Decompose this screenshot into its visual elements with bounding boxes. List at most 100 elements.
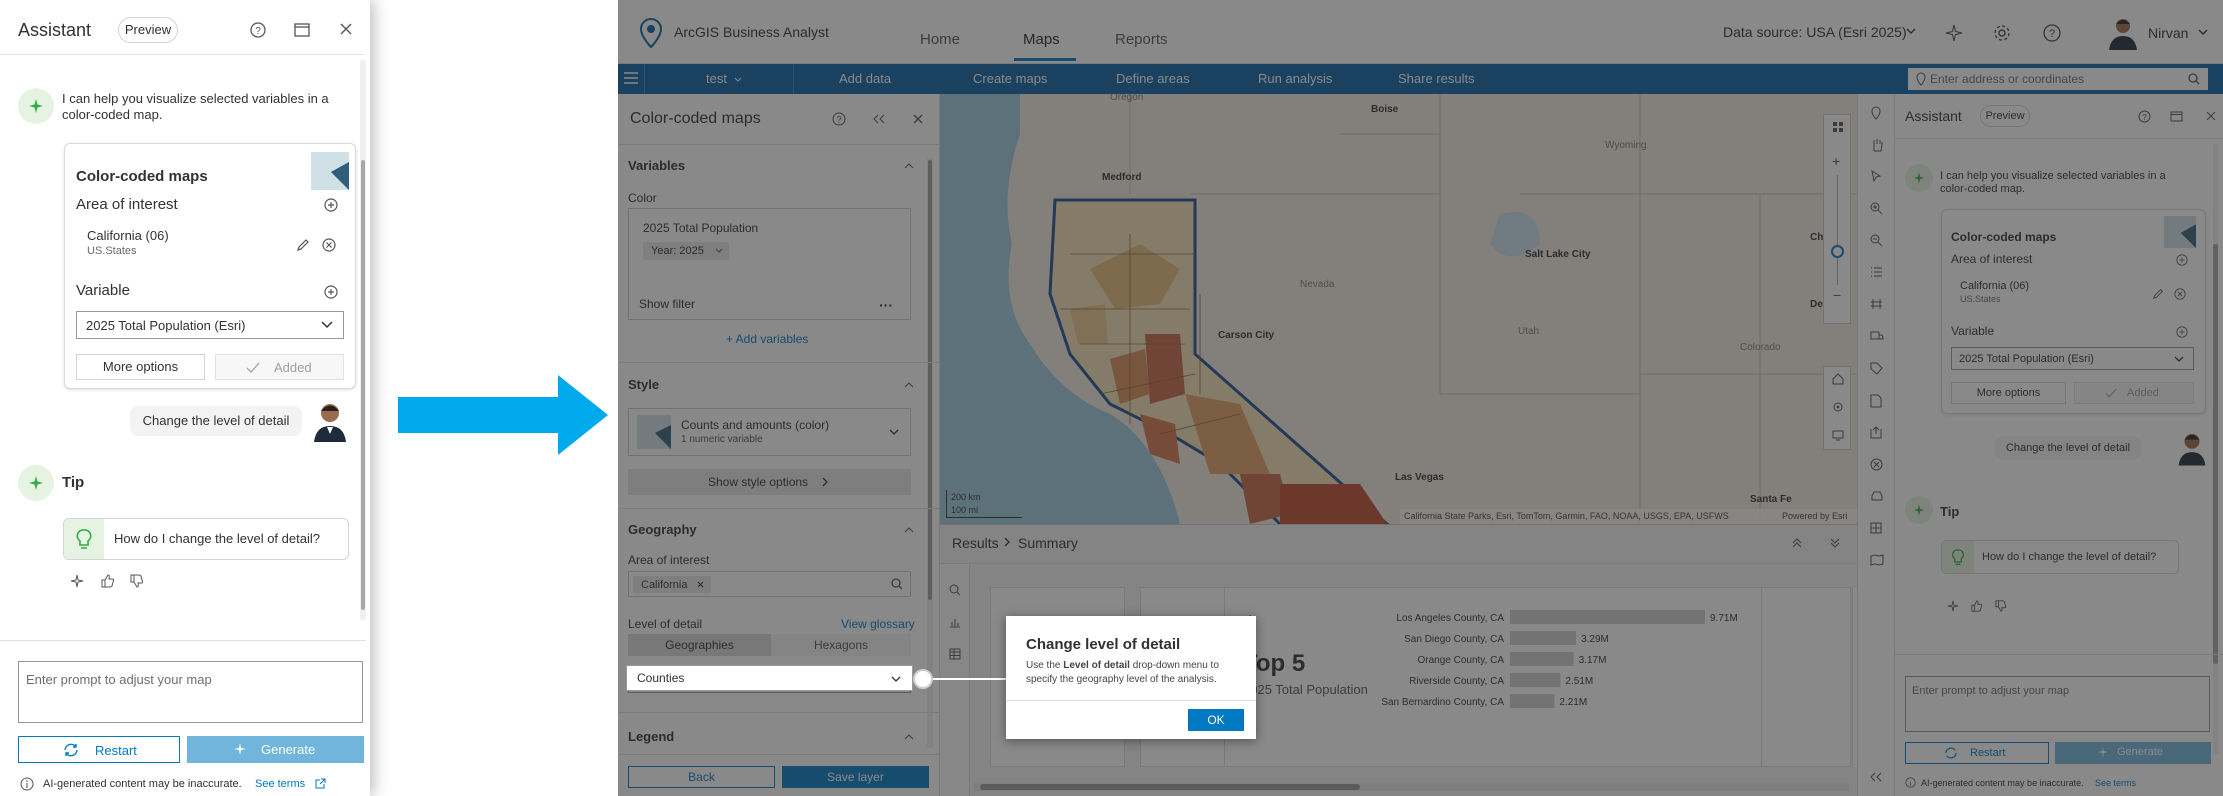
more-options-button[interactable]: More options	[1951, 382, 2066, 404]
user-avatar[interactable]	[2108, 16, 2138, 50]
close-icon[interactable]	[913, 114, 923, 124]
zoom-in-icon[interactable]: +	[1832, 153, 1840, 169]
nav-add-data[interactable]: Add data	[839, 64, 891, 94]
ok-button[interactable]: OK	[1188, 709, 1244, 731]
tip-question-chip[interactable]: How do I change the level of detail?	[1941, 540, 2179, 574]
variable-select[interactable]: 2025 Total Population (Esri)	[1951, 347, 2194, 370]
powered-by-esri[interactable]: Powered by Esri	[1782, 511, 1848, 521]
dock-panel-icon[interactable]	[2170, 110, 2183, 123]
chevrons-up-icon[interactable]	[1792, 538, 1802, 548]
ccm-scrollbar-thumb[interactable]	[928, 160, 932, 600]
restart-button[interactable]: Restart	[1905, 742, 2049, 764]
remove-area-icon[interactable]	[322, 238, 336, 252]
segment-geographies[interactable]: Geographies	[628, 634, 771, 656]
show-filter-link[interactable]: Show filter	[639, 297, 695, 311]
save-layer-button[interactable]: Save layer	[782, 766, 929, 788]
tip-question-chip[interactable]: How do I change the level of detail?	[63, 518, 349, 560]
bar[interactable]	[1510, 631, 1577, 645]
tab-maps[interactable]: Maps	[1023, 31, 1060, 48]
view-glossary-link[interactable]: View glossary	[841, 617, 915, 631]
tab-reports[interactable]: Reports	[1115, 31, 1168, 48]
back-button[interactable]: Back	[628, 766, 775, 788]
export-icon[interactable]	[1870, 426, 1882, 439]
scrollbar-thumb[interactable]	[2213, 244, 2218, 664]
data-source-dropdown[interactable]: Data source: USA (Esri 2025)	[1723, 24, 1907, 40]
locate-icon[interactable]	[1832, 401, 1844, 413]
nav-define-areas[interactable]: Define areas	[1116, 64, 1190, 94]
basemap-gallery-icon[interactable]	[1832, 121, 1844, 133]
style-header[interactable]: Style	[628, 377, 659, 392]
sparkle-icon[interactable]	[70, 574, 84, 588]
chevron-up-icon[interactable]	[904, 734, 914, 740]
edit-pencil-icon[interactable]	[296, 238, 310, 252]
add-variables-link[interactable]: + Add variables	[726, 332, 808, 346]
chart-icon[interactable]	[949, 616, 961, 628]
car-icon[interactable]	[1870, 490, 1884, 502]
prompt-input[interactable]: Enter prompt to adjust your map	[18, 661, 363, 723]
bar[interactable]	[1510, 652, 1574, 666]
variables-header[interactable]: Variables	[628, 158, 685, 173]
document-icon[interactable]	[1870, 394, 1882, 408]
bar[interactable]	[1510, 610, 1705, 624]
thumbs-down-icon[interactable]	[1995, 600, 2007, 612]
zoom-slider-track[interactable]	[1837, 175, 1838, 285]
location-search-input[interactable]: Enter address or coordinates	[1908, 68, 2208, 90]
see-terms-link[interactable]: See terms	[255, 778, 305, 790]
map-compare-icon[interactable]	[1870, 554, 1884, 566]
pan-hand-icon[interactable]	[1870, 138, 1884, 152]
dock-panel-icon[interactable]	[294, 22, 310, 38]
screen-icon[interactable]	[1832, 429, 1844, 441]
show-style-options-button[interactable]: Show style options	[628, 469, 911, 495]
generate-button[interactable]: Generate	[187, 736, 364, 763]
add-area-icon[interactable]	[2176, 254, 2188, 266]
chevrons-down-icon[interactable]	[1830, 538, 1840, 548]
ai-sparkle-icon[interactable]	[1945, 24, 1963, 42]
help-icon[interactable]: ?	[2138, 110, 2151, 123]
chip-close-icon[interactable]	[697, 581, 704, 588]
zoom-out-icon[interactable]: −	[1833, 287, 1841, 303]
zoom-out-tool-icon[interactable]	[1870, 234, 1883, 247]
search-icon[interactable]	[2188, 73, 2200, 85]
more-menu-icon[interactable]: ···	[879, 297, 893, 313]
close-icon[interactable]	[340, 23, 352, 35]
restart-button[interactable]: Restart	[18, 736, 180, 763]
bar[interactable]	[1510, 694, 1555, 708]
nav-run-analysis[interactable]: Run analysis	[1258, 64, 1332, 94]
nav-share-results[interactable]: Share results	[1398, 64, 1475, 94]
bar[interactable]	[1510, 673, 1561, 687]
collapse-right-icon[interactable]	[1870, 772, 1882, 782]
pin-tool-icon[interactable]	[1870, 106, 1882, 120]
variable-select[interactable]: 2025 Total Population (Esri)	[76, 311, 344, 339]
breadcrumb-results[interactable]: Results	[952, 535, 999, 551]
table-icon[interactable]	[949, 648, 961, 660]
clear-icon[interactable]	[1870, 458, 1883, 471]
geography-header[interactable]: Geography	[628, 522, 697, 537]
add-variable-icon[interactable]	[2176, 326, 2188, 338]
prompt-input[interactable]: Enter prompt to adjust your map	[1905, 676, 2210, 732]
results-scrollbar-thumb[interactable]	[980, 784, 1360, 790]
chevron-up-icon[interactable]	[904, 527, 914, 533]
layers-icon[interactable]	[1870, 298, 1883, 310]
truck-icon[interactable]	[1870, 330, 1884, 342]
more-options-button[interactable]: More options	[76, 354, 205, 380]
zoom-slider-thumb[interactable]	[1831, 245, 1844, 258]
project-dropdown[interactable]: test	[706, 64, 727, 94]
generate-button[interactable]: Generate	[2055, 742, 2211, 764]
scrollbar-thumb[interactable]	[361, 160, 365, 610]
gear-icon[interactable]	[1993, 24, 2011, 42]
tag-icon[interactable]	[1870, 362, 1883, 375]
home-icon[interactable]	[1832, 373, 1844, 385]
add-variable-icon[interactable]	[324, 285, 338, 299]
search-icon[interactable]	[891, 578, 903, 590]
thumbs-up-icon[interactable]	[101, 574, 115, 588]
select-arrow-icon[interactable]	[1870, 170, 1882, 182]
list-icon[interactable]	[1870, 266, 1883, 278]
grid-icon[interactable]	[1870, 522, 1882, 534]
sparkle-icon[interactable]	[1947, 600, 1959, 612]
zoom-to-icon[interactable]	[949, 584, 961, 596]
level-of-detail-spotlight[interactable]: Counties	[626, 665, 913, 691]
edit-pencil-icon[interactable]	[2152, 288, 2164, 300]
help-icon[interactable]: ?	[2043, 24, 2061, 42]
area-input[interactable]: California	[628, 571, 911, 597]
add-area-icon[interactable]	[324, 198, 338, 212]
